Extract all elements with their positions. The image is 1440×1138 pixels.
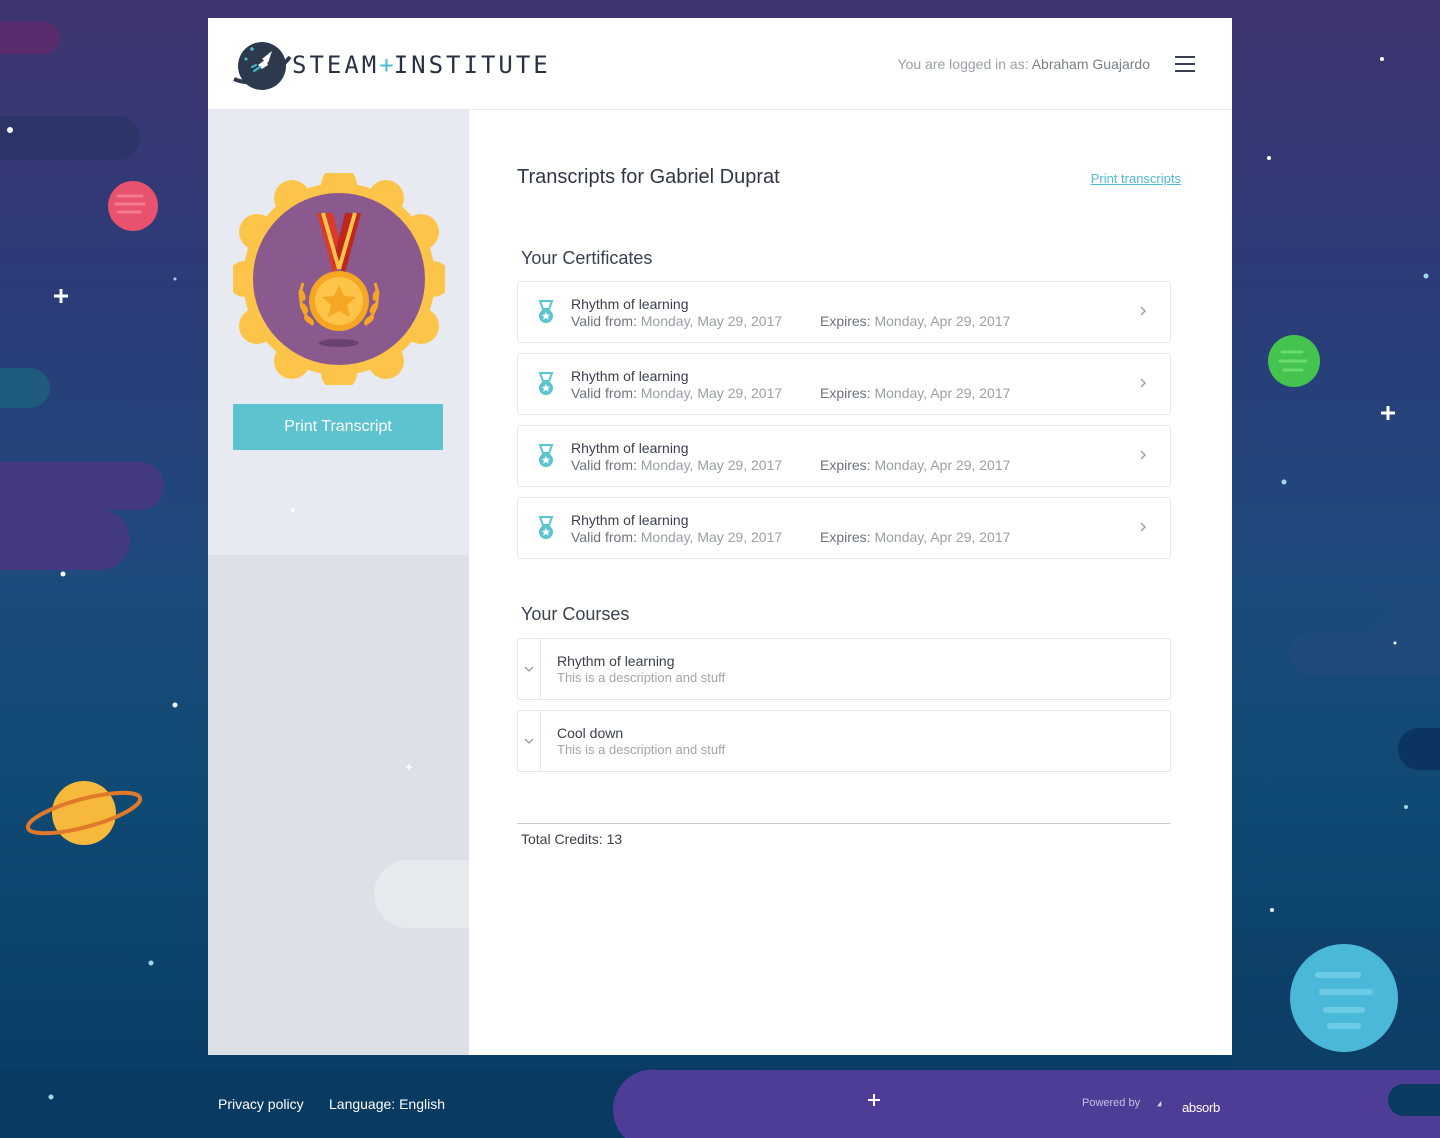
courses-heading: Your Courses — [521, 604, 630, 624]
logo-word-institute: INSTITUTE — [393, 51, 551, 79]
print-transcript-button[interactable]: Print Transcript — [233, 404, 443, 450]
header: STEAM+INSTITUTE You are logged in as: Ab… — [208, 18, 1232, 110]
hamburger-menu-icon[interactable] — [1175, 56, 1195, 72]
chevron-right-icon — [1140, 306, 1147, 316]
valid-date: Monday, May 29, 2017 — [640, 313, 783, 329]
sidebar: Print Transcript — [208, 110, 469, 1055]
expires-date: Monday, Apr 29, 2017 — [874, 313, 1011, 329]
rocket-planet-logo-icon — [233, 42, 292, 90]
chevron-right-icon — [1140, 522, 1147, 532]
medal-icon — [538, 300, 554, 323]
course-name: Cool down — [557, 725, 624, 741]
certificate-name: Rhythm of learning — [571, 296, 689, 312]
medal-icon — [538, 444, 554, 467]
certificate-name: Rhythm of learning — [571, 368, 689, 384]
course-expand-toggle[interactable] — [518, 711, 541, 771]
language-selector[interactable]: Language: English — [329, 1096, 445, 1112]
language-label: Language: — [329, 1096, 396, 1112]
expires-label: Expires: — [820, 313, 871, 329]
course-name: Rhythm of learning — [557, 653, 675, 669]
certificate-name: Rhythm of learning — [571, 512, 689, 528]
login-prefix: You are logged in as: — [897, 56, 1029, 72]
certificate-row[interactable]: Rhythm of learning Valid from: Monday, M… — [517, 281, 1171, 343]
medal-icon — [538, 372, 554, 395]
chevron-right-icon — [1140, 450, 1147, 460]
certificate-name: Rhythm of learning — [571, 440, 689, 456]
print-transcripts-link[interactable]: Print transcripts — [1091, 171, 1181, 186]
chevron-down-icon — [524, 738, 534, 744]
certificate-row[interactable]: Rhythm of learning Valid from: Monday, M… — [517, 425, 1171, 487]
steam-institute-logo[interactable]: STEAM+INSTITUTE — [232, 37, 548, 93]
page-title: Transcripts for Gabriel Duprat — [517, 166, 780, 188]
expires-label: Expires: — [820, 529, 871, 545]
main-content: Transcripts for Gabriel Duprat Print tra… — [469, 110, 1232, 1055]
valid-label: Valid from: — [571, 313, 637, 329]
course-expand-toggle[interactable] — [518, 639, 541, 699]
valid-date: Monday, May 29, 2017 — [640, 385, 783, 401]
logo-word-steam: STEAM — [292, 51, 380, 79]
expires-date: Monday, Apr 29, 2017 — [874, 385, 1011, 401]
course-row: Cool down This is a description and stuf… — [517, 710, 1171, 772]
credits-divider — [517, 823, 1170, 824]
user-name: Abraham Guajardo — [1031, 56, 1150, 72]
certificates-heading: Your Certificates — [521, 248, 653, 268]
total-credits: Total Credits: 13 — [521, 831, 623, 847]
powered-by-label: Powered by — [1082, 1097, 1141, 1109]
expires-date: Monday, Apr 29, 2017 — [874, 457, 1011, 473]
absorb-brand[interactable]: absorb — [1182, 1100, 1220, 1115]
logo-plus: + — [379, 51, 394, 79]
expires-label: Expires: — [820, 457, 871, 473]
medal-badge — [233, 173, 445, 385]
valid-label: Valid from: — [571, 385, 637, 401]
valid-date: Monday, May 29, 2017 — [640, 529, 783, 545]
certificate-row[interactable]: Rhythm of learning Valid from: Monday, M… — [517, 497, 1171, 559]
valid-label: Valid from: — [571, 457, 637, 473]
transcript-card: STEAM+INSTITUTE You are logged in as: Ab… — [208, 18, 1232, 1055]
certificate-row[interactable]: Rhythm of learning Valid from: Monday, M… — [517, 353, 1171, 415]
absorb-logo-icon — [1157, 1101, 1162, 1107]
chevron-right-icon — [1140, 378, 1147, 388]
valid-label: Valid from: — [571, 529, 637, 545]
language-value: English — [399, 1096, 445, 1112]
expires-label: Expires: — [820, 385, 871, 401]
chevron-down-icon — [524, 666, 534, 672]
course-description: This is a description and stuff — [557, 742, 726, 757]
expires-date: Monday, Apr 29, 2017 — [874, 529, 1011, 545]
course-description: This is a description and stuff — [557, 670, 726, 685]
privacy-policy-link[interactable]: Privacy policy — [218, 1096, 304, 1112]
logged-in-status: You are logged in as: Abraham Guajardo — [898, 56, 1150, 72]
medal-icon — [538, 516, 554, 539]
valid-date: Monday, May 29, 2017 — [640, 457, 783, 473]
course-row: Rhythm of learning This is a description… — [517, 638, 1171, 700]
